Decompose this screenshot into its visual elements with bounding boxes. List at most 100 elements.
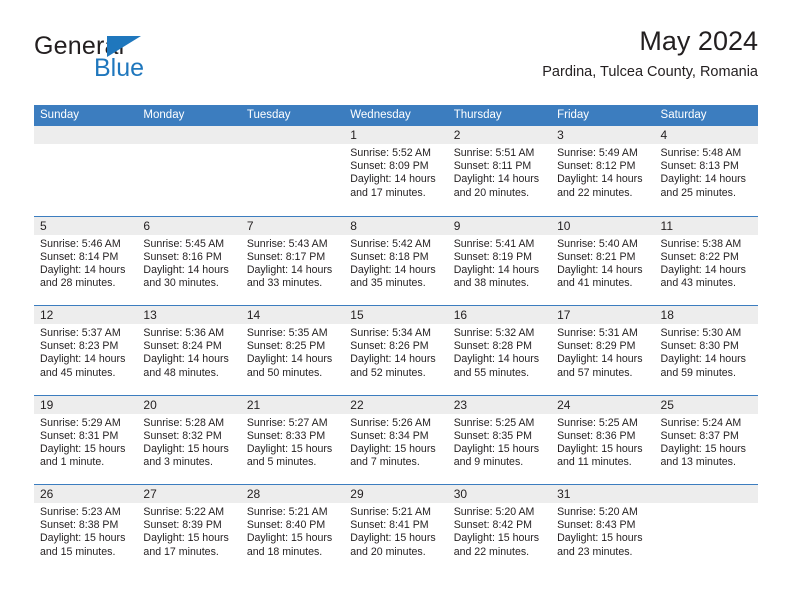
calendar-day-cell[interactable]: 7 Sunrise: 5:43 AM Sunset: 8:17 PM Daylight… (240, 216, 345, 306)
calendar-day-cell[interactable]: 10 Sunrise: 5:40 AM Sunset: 8:21 PM Dayligh… (551, 216, 655, 306)
calendar-day-cell[interactable]: 16 Sunrise: 5:32 AM Sunset: 8:28 PM Dayligh… (447, 306, 552, 395)
day-number: 31 (551, 485, 655, 503)
sunset-text: Sunset: 8:38 PM (40, 519, 119, 532)
calendar-day-cell-empty (654, 485, 758, 574)
calendar-day-cell[interactable]: 29 Sunrise: 5:21 AM Sunset: 8:41 PM Dayligh… (344, 485, 448, 574)
sunset-text: Sunset: 8:11 PM (453, 160, 532, 173)
day-number: 28 (240, 485, 345, 503)
sunrise-text: Sunrise: 5:45 AM (143, 237, 225, 250)
day-details: Sunrise: 5:51 AM Sunset: 8:11 PM Daylight:… (448, 144, 551, 200)
day-details: Sunrise: 5:31 AM Sunset: 8:29 PM Daylight:… (551, 324, 654, 380)
day-number: 25 (654, 395, 758, 414)
weekday-header-tuesday: Tuesday (246, 109, 291, 121)
weekday-header-saturday: Saturday (660, 109, 707, 121)
calendar-week-row: 26 Sunrise: 5:23 AM Sunset: 8:38 PM Dayligh… (34, 484, 758, 574)
calendar-day-cell[interactable]: 2 Sunrise: 5:51 AM Sunset: 8:11 PM Daylight… (447, 126, 552, 216)
day-details: Sunrise: 5:38 AM Sunset: 8:22 PM Daylight:… (655, 235, 758, 291)
calendar-day-cell[interactable]: 1 Sunrise: 5:52 AM Sunset: 8:09 PM Daylight… (344, 126, 448, 216)
daylight-text-line2: and 35 minutes. (350, 277, 426, 290)
weekday-header-row: Sunday Monday Tuesday Wednesday Thursday Frid… (34, 105, 758, 126)
sunset-text: Sunset: 8:21 PM (557, 250, 636, 263)
sunset-text: Sunset: 8:43 PM (557, 519, 636, 532)
day-number (34, 126, 138, 144)
sunset-text: Sunset: 8:12 PM (557, 160, 636, 173)
day-details: Sunrise: 5:52 AM Sunset: 8:09 PM Daylight:… (344, 144, 447, 200)
sunrise-text: Sunrise: 5:36 AM (143, 327, 225, 339)
day-details: Sunrise: 5:48 AM Sunset: 8:13 PM Daylight:… (655, 144, 758, 200)
daylight-text-line2: and 22 minutes. (557, 186, 633, 199)
daylight-text-line1: Daylight: 14 hours (246, 263, 333, 276)
calendar-day-cell[interactable]: 26 Sunrise: 5:23 AM Sunset: 8:38 PM Dayligh… (34, 485, 138, 574)
calendar-day-cell[interactable]: 31 Sunrise: 5:20 AM Sunset: 8:43 PM Dayligh… (551, 485, 655, 574)
calendar-day-cell[interactable]: 6 Sunrise: 5:45 AM Sunset: 8:16 PM Daylight… (137, 216, 241, 306)
sunset-text: Sunset: 8:24 PM (143, 340, 222, 353)
sunset-text: Sunset: 8:25 PM (246, 340, 326, 353)
page-header: General Blue May 2024 Pardina, Tulcea Co… (34, 26, 758, 96)
daylight-text-line1: Daylight: 14 hours (350, 353, 436, 366)
calendar-day-cell[interactable]: 20 Sunrise: 5:28 AM Sunset: 8:32 PM Dayligh… (137, 395, 241, 485)
day-number: 16 (447, 306, 552, 324)
calendar-day-cell[interactable]: 23 Sunrise: 5:25 AM Sunset: 8:35 PM Dayligh… (447, 395, 552, 485)
daylight-text-line1: Daylight: 15 hours (660, 442, 746, 455)
sunset-text: Sunset: 8:42 PM (453, 519, 533, 532)
day-number: 27 (137, 485, 241, 503)
day-number: 21 (240, 395, 345, 414)
calendar-grid: Sunday Monday Tuesday Wednesday Thursday Frid… (34, 105, 758, 574)
daylight-text-line2: and 20 minutes. (453, 186, 530, 199)
day-details: Sunrise: 5:45 AM Sunset: 8:16 PM Daylight:… (137, 235, 240, 291)
day-number: 10 (551, 216, 655, 235)
calendar-day-cell[interactable]: 9 Sunrise: 5:41 AM Sunset: 8:19 PM Daylight… (447, 216, 552, 306)
calendar-day-cell[interactable]: 30 Sunrise: 5:20 AM Sunset: 8:42 PM Dayligh… (447, 485, 552, 574)
sunrise-text: Sunrise: 5:41 AM (453, 237, 535, 250)
calendar-day-cell[interactable]: 22 Sunrise: 5:26 AM Sunset: 8:34 PM Dayligh… (344, 395, 448, 485)
title-block: May 2024 Pardina, Tulcea County, Romania (542, 26, 758, 81)
day-details: Sunrise: 5:26 AM Sunset: 8:34 PM Daylight:… (344, 414, 447, 470)
day-details: Sunrise: 5:21 AM Sunset: 8:41 PM Daylight:… (344, 503, 447, 559)
calendar-day-cell[interactable]: 5 Sunrise: 5:46 AM Sunset: 8:14 PM Daylight… (34, 216, 138, 306)
day-number: 29 (344, 485, 448, 503)
daylight-text-line2: and 50 minutes. (246, 366, 323, 379)
daylight-text-line2: and 7 minutes. (350, 456, 420, 469)
sunset-text: Sunset: 8:37 PM (660, 429, 739, 442)
daylight-text-line1: Daylight: 14 hours (453, 173, 540, 186)
day-number: 14 (240, 306, 345, 324)
calendar-day-cell[interactable]: 21 Sunrise: 5:27 AM Sunset: 8:33 PM Dayligh… (240, 395, 345, 485)
day-number: 2 (447, 126, 552, 144)
sunrise-text: Sunrise: 5:20 AM (453, 506, 535, 518)
calendar-day-cell[interactable]: 24 Sunrise: 5:25 AM Sunset: 8:36 PM Dayligh… (551, 395, 655, 485)
day-details: Sunrise: 5:41 AM Sunset: 8:19 PM Daylight:… (448, 235, 551, 291)
sunrise-text: Sunrise: 5:28 AM (143, 416, 225, 429)
sunset-text: Sunset: 8:29 PM (557, 340, 636, 353)
calendar-day-cell[interactable]: 27 Sunrise: 5:22 AM Sunset: 8:39 PM Dayligh… (137, 485, 241, 574)
daylight-text-line1: Daylight: 15 hours (350, 532, 436, 545)
calendar-day-cell[interactable]: 8 Sunrise: 5:42 AM Sunset: 8:18 PM Daylight… (344, 216, 448, 306)
calendar-day-cell[interactable]: 15 Sunrise: 5:34 AM Sunset: 8:26 PM Dayligh… (344, 306, 448, 395)
day-details: Sunrise: 5:25 AM Sunset: 8:36 PM Daylight:… (551, 414, 654, 470)
day-number (654, 485, 758, 503)
day-number: 1 (344, 126, 448, 144)
calendar-day-cell[interactable]: 28 Sunrise: 5:21 AM Sunset: 8:40 PM Dayligh… (240, 485, 345, 574)
calendar-day-cell[interactable]: 12 Sunrise: 5:37 AM Sunset: 8:23 PM Dayligh… (34, 306, 138, 395)
calendar-day-cell-empty (34, 126, 138, 216)
calendar-day-cell[interactable]: 13 Sunrise: 5:36 AM Sunset: 8:24 PM Dayligh… (137, 306, 241, 395)
calendar-day-cell[interactable]: 18 Sunrise: 5:30 AM Sunset: 8:30 PM Dayligh… (654, 306, 758, 395)
sunrise-text: Sunrise: 5:35 AM (246, 327, 328, 339)
calendar-day-cell[interactable]: 3 Sunrise: 5:49 AM Sunset: 8:12 PM Daylight… (551, 126, 655, 216)
daylight-text-line2: and 3 minutes. (143, 456, 213, 469)
sunset-text: Sunset: 8:34 PM (350, 429, 429, 442)
page-title: May 2024 (639, 26, 758, 56)
calendar-day-cell[interactable]: 4 Sunrise: 5:48 AM Sunset: 8:13 PM Daylight… (654, 126, 758, 216)
calendar-day-cell[interactable]: 17 Sunrise: 5:31 AM Sunset: 8:29 PM Dayligh… (551, 306, 655, 395)
calendar-day-cell[interactable]: 11 Sunrise: 5:38 AM Sunset: 8:22 PM Dayligh… (654, 216, 758, 306)
calendar-day-cell[interactable]: 25 Sunrise: 5:24 AM Sunset: 8:37 PM Dayligh… (654, 395, 758, 485)
calendar-week-row: 12 Sunrise: 5:37 AM Sunset: 8:23 PM Dayligh… (34, 305, 758, 395)
calendar-day-cell[interactable]: 19 Sunrise: 5:29 AM Sunset: 8:31 PM Dayligh… (34, 395, 138, 485)
daylight-text-line2: and 22 minutes. (453, 545, 530, 558)
day-details: Sunrise: 5:20 AM Sunset: 8:42 PM Daylight:… (448, 503, 551, 559)
daylight-text-line2: and 13 minutes. (660, 456, 736, 469)
sunset-text: Sunset: 8:31 PM (40, 429, 119, 442)
sunset-text: Sunset: 8:22 PM (660, 250, 739, 263)
calendar-day-cell[interactable]: 14 Sunrise: 5:35 AM Sunset: 8:25 PM Dayligh… (240, 306, 345, 395)
day-number: 24 (551, 395, 655, 414)
sunset-text: Sunset: 8:32 PM (143, 429, 222, 442)
